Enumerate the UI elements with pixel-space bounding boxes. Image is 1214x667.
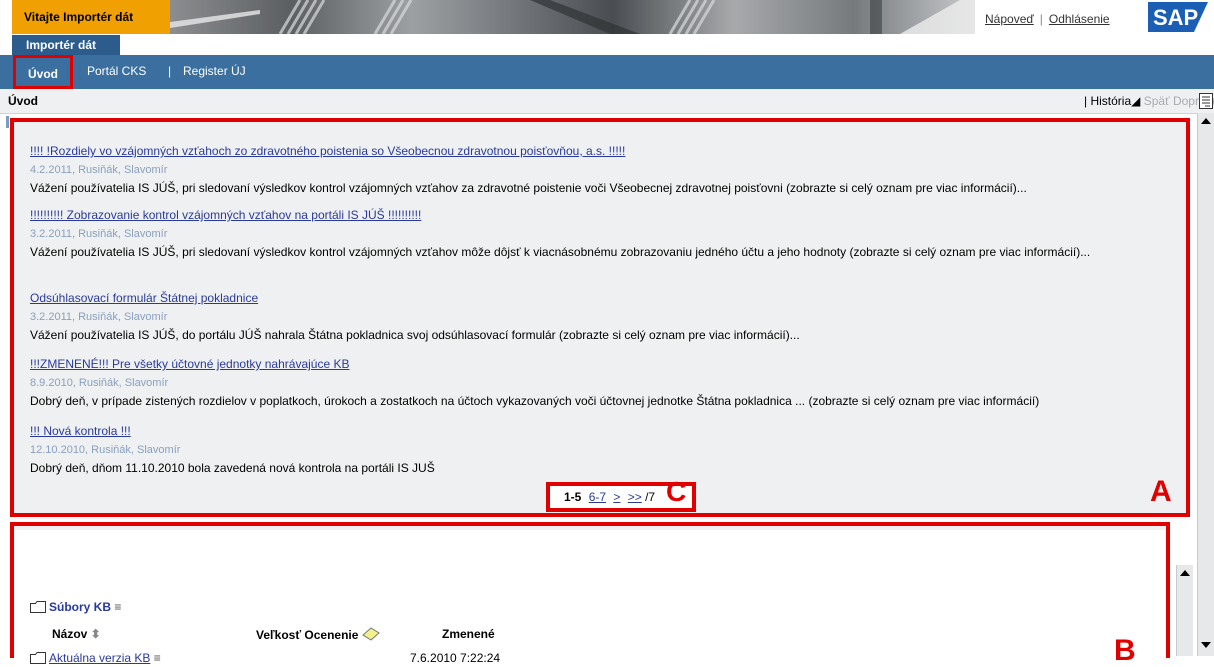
- page-menu-icon[interactable]: [1199, 93, 1213, 109]
- column-header-size: Veľkosť Ocenenie: [256, 627, 380, 642]
- welcome-label: Vitajte Importér dát: [12, 0, 170, 34]
- top-links: Nápoveď | Odhlásenie: [985, 0, 1110, 34]
- nav-item-register-uj[interactable]: Register ÚJ: [183, 55, 246, 89]
- nav-item-uvod[interactable]: Úvod: [13, 55, 73, 89]
- column-header-name[interactable]: Názov ⬍: [52, 627, 101, 641]
- secondary-nav: Úvod Portál CKS | Register ÚJ: [0, 55, 1214, 89]
- scroll-up-button[interactable]: [1177, 565, 1193, 581]
- history-separator: |: [1084, 94, 1088, 108]
- annotation-label-b: B: [1114, 634, 1136, 667]
- folder-menu-icon[interactable]: ≡: [114, 600, 121, 614]
- header-banner-image: [170, 0, 975, 34]
- arrow-up-icon: [1201, 118, 1211, 124]
- scroll-up-button[interactable]: [1198, 113, 1214, 129]
- row-menu-icon[interactable]: ≡: [154, 651, 161, 665]
- help-link[interactable]: Nápoveď: [985, 12, 1034, 26]
- arrow-up-icon: [1180, 570, 1190, 576]
- rating-icon: [361, 627, 380, 641]
- column-header-modified: Zmenené: [442, 627, 495, 641]
- nav-separator: |: [168, 64, 172, 78]
- file-row: Aktuálna verzia KB ≡: [30, 651, 161, 665]
- history-dropdown[interactable]: História◢: [1090, 94, 1140, 108]
- file-modified: 7.6.2010 7:22:24: [410, 651, 501, 665]
- page-scrollbar[interactable]: [1197, 523, 1214, 656]
- tab-row: Importér dát: [0, 35, 1214, 55]
- top-header: Vitajte Importér dát Nápoveď | Odhlásenie …: [0, 0, 1214, 35]
- link-separator: |: [1039, 12, 1043, 26]
- sort-icon: ⬍: [87, 627, 101, 641]
- svg-text:SAP: SAP: [1153, 5, 1198, 30]
- folder-icon: [30, 652, 46, 664]
- breadcrumb: Úvod: [8, 94, 38, 108]
- nav-item-portal-cks[interactable]: Portál CKS: [87, 55, 146, 89]
- breadcrumb-bar: Úvod | História◢ Späť Dopredu: [0, 89, 1214, 114]
- news-scrollbar[interactable]: [1197, 113, 1214, 523]
- annotation-frame-a: [10, 118, 1190, 517]
- panel-edge-marker: [6, 116, 9, 128]
- annotation-label-a: A: [1150, 475, 1172, 508]
- annotation-frame-b: [10, 522, 1170, 658]
- logout-link[interactable]: Odhlásenie: [1049, 12, 1110, 26]
- sap-logo: SAP: [1148, 2, 1208, 32]
- arrow-down-icon: [1201, 642, 1211, 648]
- dropdown-arrow-icon: ◢: [1131, 94, 1141, 108]
- file-link[interactable]: Aktuálna verzia KB: [49, 651, 150, 665]
- scroll-down-button[interactable]: [1198, 637, 1214, 653]
- files-scrollbar[interactable]: [1176, 565, 1193, 656]
- history-navigation: | História◢ Späť Dopredu: [1084, 89, 1214, 113]
- folder-icon: [30, 601, 46, 613]
- files-folder-title[interactable]: Súbory KB ≡: [30, 600, 121, 614]
- tab-importer[interactable]: Importér dát: [12, 35, 120, 55]
- back-button[interactable]: Späť: [1144, 94, 1170, 108]
